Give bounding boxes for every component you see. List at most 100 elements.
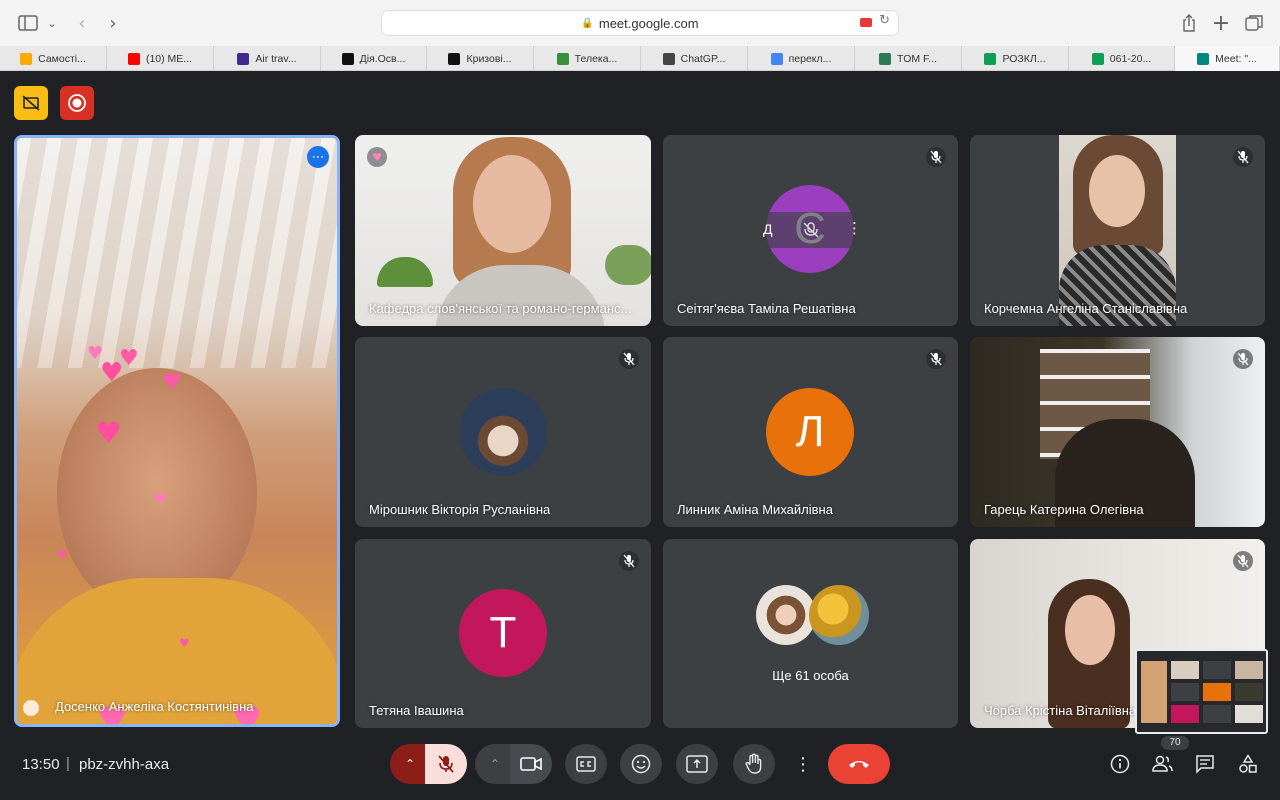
- address-bar[interactable]: 🔒 meet.google.com ↻: [381, 10, 899, 36]
- favicon-icon: [20, 52, 33, 65]
- participant-tile-active-speaker[interactable]: ♥ ♥ ♥ ♥ ♥ ♥ ♥ ♥ ♥ ♥ ⋯ Досенко Анжеліка К…: [14, 135, 340, 727]
- chevron-down-icon[interactable]: ⌄: [40, 11, 64, 35]
- heart-effect: ♥: [179, 636, 190, 650]
- forward-arrow-icon[interactable]: ›: [101, 11, 125, 35]
- browser-tab-label: Air trav...: [255, 52, 297, 65]
- heart-effect: ♥: [95, 416, 122, 451]
- participant-name: Корчемна Ангеліна Станіславівна: [984, 301, 1188, 316]
- speaking-mic-icon: [23, 700, 39, 716]
- tile-hover-controls: Д ⋮: [753, 212, 869, 248]
- avatar-photo: [809, 585, 869, 645]
- tab-bar: Самості... (10) ME... Air trav... Дія.Осв..…: [0, 46, 1280, 71]
- back-arrow-icon[interactable]: ‹: [70, 11, 94, 35]
- tab-overview-icon[interactable]: [1242, 11, 1266, 35]
- stop-presenting-button[interactable]: [14, 86, 48, 120]
- participant-tile[interactable]: ♥ Кафедра слов'янської та романо-германс…: [355, 135, 651, 326]
- browser-tab[interactable]: Air trav...: [214, 46, 321, 71]
- browser-tab-label: Телека...: [574, 52, 618, 65]
- more-vert-button[interactable]: ⋮: [847, 219, 862, 237]
- mic-off-icon: [438, 755, 454, 773]
- info-icon: [1110, 754, 1130, 774]
- preview-tile: [1203, 683, 1231, 701]
- chat-button[interactable]: [1190, 749, 1220, 779]
- shapes-icon: [1239, 754, 1257, 773]
- avatar-photo: [459, 388, 547, 476]
- people-icon: [1152, 755, 1173, 772]
- browser-tab[interactable]: ChatGP...: [641, 46, 748, 71]
- participant-tile[interactable]: Корчемна Ангеліна Станіславівна: [970, 135, 1265, 326]
- record-icon: [68, 94, 86, 112]
- browser-tab-label: РОЗКЛ...: [1002, 52, 1046, 65]
- self-view-preview[interactable]: [1135, 649, 1268, 734]
- activities-button[interactable]: [1233, 749, 1263, 779]
- recording-button[interactable]: [60, 86, 94, 120]
- browser-tab-label: ChatGP...: [680, 52, 726, 65]
- preview-tile: [1235, 705, 1263, 723]
- participant-name: Досенко Анжеліка Костянтинівна: [55, 699, 254, 714]
- new-tab-icon[interactable]: +: [1209, 11, 1233, 36]
- captions-button[interactable]: [565, 744, 607, 784]
- favicon-icon: [1197, 52, 1210, 65]
- plant-decoration: [377, 257, 433, 287]
- browser-tab[interactable]: TOM F...: [855, 46, 962, 71]
- more-options-button[interactable]: ⋯: [307, 146, 329, 168]
- more-options-button[interactable]: ⋮: [788, 744, 818, 784]
- camera-in-use-icon[interactable]: [860, 18, 872, 27]
- participant-tile[interactable]: Гарець Катерина Олегівна: [970, 337, 1265, 527]
- raise-hand-button[interactable]: [733, 744, 775, 784]
- sidebar-toggle-icon[interactable]: [16, 11, 40, 35]
- lock-icon: 🔒: [581, 17, 594, 29]
- participant-name: Гарець Катерина Олегівна: [984, 502, 1144, 517]
- camera-options-button[interactable]: ⌃: [475, 744, 515, 784]
- participant-name: Тетяна Івашина: [369, 703, 464, 718]
- chat-icon: [1196, 755, 1214, 774]
- present-to-all-icon: [686, 755, 708, 773]
- mic-off-icon: [1233, 551, 1253, 571]
- browser-tab[interactable]: перекл...: [748, 46, 855, 71]
- browser-tab[interactable]: Кризові...: [427, 46, 534, 71]
- present-screen-button[interactable]: [676, 744, 718, 784]
- closed-captions-icon: [576, 756, 596, 772]
- participant-tile[interactable]: Мірошник Вікторія Русланівна: [355, 337, 651, 527]
- preview-tile: [1235, 683, 1263, 701]
- browser-tab-label: Дія.Осв...: [359, 52, 406, 65]
- mic-off-icon: [1233, 349, 1253, 369]
- people-button[interactable]: [1147, 749, 1177, 779]
- curtain-background: [17, 138, 337, 368]
- browser-tab[interactable]: Meet: "...: [1175, 46, 1280, 71]
- participant-tile[interactable]: Л Линник Аміна Михайлівна: [663, 337, 958, 527]
- browser-tab[interactable]: Самості...: [0, 46, 107, 71]
- favicon-icon: [1091, 52, 1104, 65]
- leave-call-button[interactable]: [828, 744, 890, 784]
- browser-tab[interactable]: Телека...: [534, 46, 641, 71]
- browser-tab-label: TOM F...: [896, 52, 938, 65]
- preview-tile: [1203, 661, 1231, 679]
- others-tile[interactable]: Ще 61 особа: [663, 539, 958, 728]
- reload-icon[interactable]: ↻: [879, 13, 890, 28]
- browser-tab[interactable]: 061-20...: [1069, 46, 1175, 71]
- mute-participant-button[interactable]: [801, 220, 821, 240]
- browser-tab-label: перекл...: [788, 52, 832, 65]
- participant-tile[interactable]: С Д ⋮ Сеітяг'яєва Таміла Решатівна: [663, 135, 958, 326]
- camera-toggle-button[interactable]: [510, 744, 552, 784]
- favicon-icon: [662, 52, 675, 65]
- participant-tile[interactable]: Т Тетяна Івашина: [355, 539, 651, 728]
- others-count-label: Ще 61 особа: [772, 668, 849, 683]
- pin-button[interactable]: Д: [763, 221, 772, 237]
- mic-options-button[interactable]: ⌃: [390, 744, 430, 784]
- heart-effect: ♥: [100, 358, 124, 388]
- browser-tab-label: Кризові...: [466, 52, 512, 65]
- microphone-toggle-button[interactable]: [425, 744, 467, 784]
- chevron-up-icon: ⌃: [489, 757, 501, 771]
- reactions-button[interactable]: [620, 744, 662, 784]
- favicon-icon: [556, 52, 569, 65]
- avatar-photo: [756, 585, 816, 645]
- share-icon[interactable]: [1177, 11, 1201, 35]
- browser-tab[interactable]: РОЗКЛ...: [962, 46, 1069, 71]
- url-text: meet.google.com: [598, 15, 699, 31]
- browser-tab[interactable]: (10) ME...: [107, 46, 214, 71]
- preview-tile: [1171, 683, 1199, 701]
- meet-area: ♥ ♥ ♥ ♥ ♥ ♥ ♥ ♥ ♥ ♥ ⋯ Досенко Анжеліка К…: [0, 71, 1280, 800]
- browser-tab[interactable]: Дія.Осв...: [321, 46, 427, 71]
- meeting-details-button[interactable]: [1105, 749, 1135, 779]
